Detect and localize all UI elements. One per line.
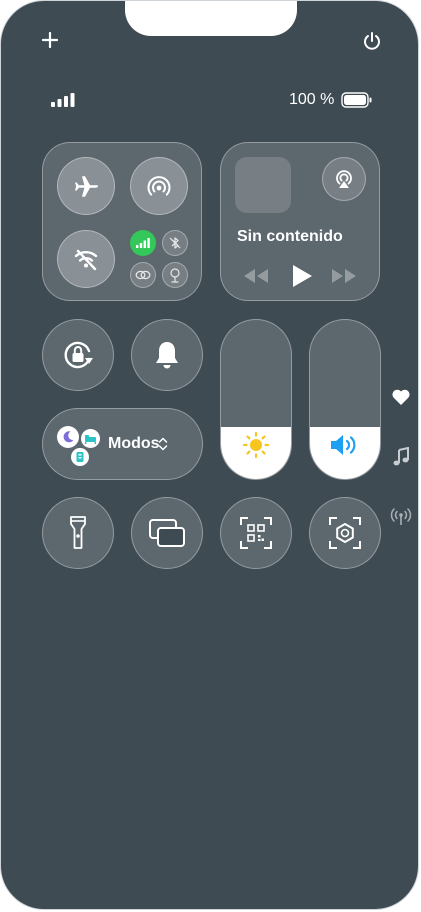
control-center-screen: 100 % Sin contenido Modos [0, 0, 419, 910]
satellite-icon [170, 268, 180, 283]
bed-icon [81, 429, 100, 448]
airplay-icon [336, 170, 352, 188]
album-art-placeholder [235, 157, 291, 213]
airplane-mode-button[interactable] [57, 157, 115, 215]
wifi-button[interactable] [57, 230, 115, 288]
qr-code-icon [240, 517, 272, 549]
rotation-lock-button[interactable] [42, 319, 114, 391]
rewind-icon[interactable] [242, 267, 270, 290]
sun-icon [221, 431, 291, 459]
screen-mirroring-icon [149, 519, 185, 547]
rotation-lock-icon [64, 341, 93, 369]
cellular-button[interactable] [130, 230, 156, 256]
silent-mode-button[interactable] [131, 319, 203, 391]
cellular-icon [136, 238, 150, 248]
airdrop-button[interactable] [130, 157, 188, 215]
camera-aperture-icon [329, 517, 361, 549]
airdrop-icon [147, 176, 171, 196]
bluetooth-button[interactable] [162, 230, 188, 256]
personal-hotspot-icon [135, 270, 151, 280]
power-icon[interactable] [362, 31, 382, 56]
volume-slider[interactable] [309, 319, 381, 480]
bell-icon [156, 342, 178, 369]
brightness-slider[interactable] [220, 319, 292, 480]
device-notch [125, 1, 297, 36]
plus-icon[interactable] [41, 31, 59, 54]
qr-code-scanner-button[interactable] [220, 497, 292, 569]
personal-hotspot-button[interactable] [130, 262, 156, 288]
airplay-button[interactable] [322, 157, 366, 201]
cellular-signal-icon [51, 93, 75, 112]
work-badge-icon [71, 448, 89, 466]
forward-icon[interactable] [330, 267, 358, 290]
flashlight-icon [70, 516, 86, 549]
modes-label: Modos [108, 435, 160, 452]
moon-icon [57, 426, 79, 448]
chevron-up-down-icon [158, 436, 168, 457]
satellite-button[interactable] [162, 262, 188, 288]
wifi-off-icon [74, 249, 98, 271]
bluetooth-off-icon [169, 237, 181, 249]
flashlight-button[interactable] [42, 497, 114, 569]
screen-mirroring-button[interactable] [131, 497, 203, 569]
play-icon[interactable] [290, 263, 314, 294]
media-title: Sin contenido [237, 228, 343, 245]
battery-icon [341, 92, 373, 113]
antenna-icon[interactable] [390, 507, 412, 527]
airplane-icon [75, 176, 98, 197]
music-note-icon[interactable] [390, 447, 412, 467]
heart-icon[interactable] [390, 388, 412, 406]
speaker-icon [310, 431, 380, 459]
camera-button[interactable] [309, 497, 381, 569]
battery-text: 100 % [289, 91, 335, 108]
